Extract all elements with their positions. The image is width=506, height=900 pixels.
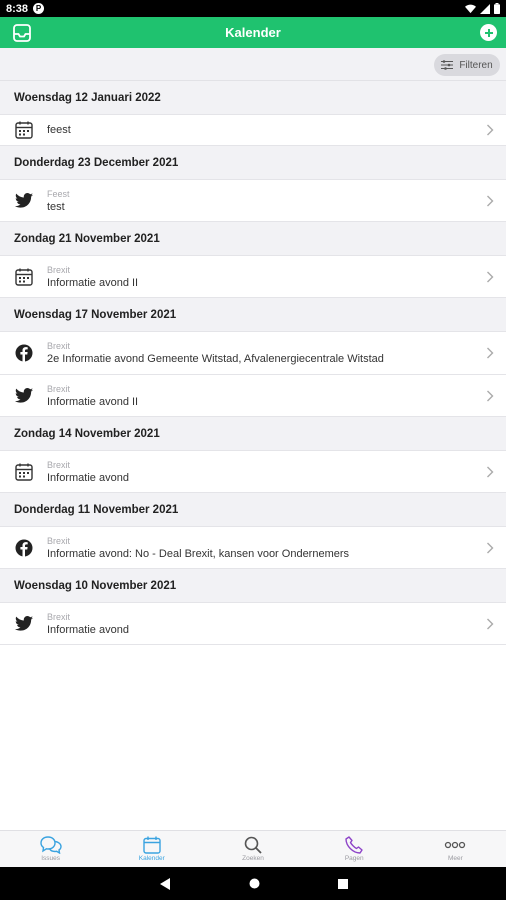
home-icon[interactable] bbox=[249, 878, 260, 889]
recents-icon[interactable] bbox=[337, 878, 348, 889]
app-header: Kalender bbox=[0, 17, 506, 48]
nav-item-issues[interactable]: Issues bbox=[0, 831, 101, 867]
facebook-icon bbox=[14, 538, 34, 558]
section-header: Woensdag 12 Januari 2022 bbox=[0, 81, 506, 115]
inbox-icon[interactable] bbox=[12, 23, 32, 43]
nav-item-meer[interactable]: Meer bbox=[405, 831, 506, 867]
item-title: Informatie avond bbox=[47, 471, 129, 484]
section-header: Woensdag 10 November 2021 bbox=[0, 569, 506, 603]
chevron-right-icon bbox=[487, 195, 494, 206]
calendar-icon bbox=[14, 120, 34, 140]
search-icon bbox=[244, 836, 262, 854]
nav-item-kalender[interactable]: Kalender bbox=[101, 831, 202, 867]
filter-sliders-icon bbox=[441, 60, 454, 70]
item-category: Brexit bbox=[47, 459, 71, 470]
item-category: Brexit bbox=[47, 264, 71, 275]
filter-label: Filteren bbox=[459, 59, 493, 71]
list-item[interactable]: Brexit Informatie avond bbox=[0, 451, 506, 493]
chat-bubbles-icon bbox=[39, 836, 62, 854]
bottom-nav: Issues Kalender Zoeken Pagen Meer bbox=[0, 830, 506, 867]
item-title: Informatie avond II bbox=[47, 395, 139, 408]
section-header: Zondag 21 November 2021 bbox=[0, 222, 506, 256]
back-icon[interactable] bbox=[159, 877, 171, 890]
toolbar: Filteren bbox=[0, 48, 506, 81]
item-title: Informatie avond: No - Deal Brexit, kans… bbox=[47, 547, 350, 560]
item-category: Brexit bbox=[47, 383, 71, 394]
add-button[interactable] bbox=[480, 24, 497, 41]
item-category: Brexit bbox=[47, 611, 71, 622]
item-title: feest bbox=[47, 124, 71, 136]
nav-item-zoeken[interactable]: Zoeken bbox=[202, 831, 303, 867]
list-item[interactable]: Feest test bbox=[0, 180, 506, 222]
nav-label: Zoeken bbox=[242, 855, 264, 862]
item-category: Brexit bbox=[47, 341, 71, 351]
page-title: Kalender bbox=[225, 25, 281, 40]
signal-icon bbox=[480, 3, 490, 14]
app-notification-icon: P bbox=[33, 3, 45, 14]
section-header: Zondag 14 November 2021 bbox=[0, 417, 506, 451]
section-header: Donderdag 23 December 2021 bbox=[0, 146, 506, 180]
list-item[interactable]: feest bbox=[0, 115, 506, 146]
item-title: test bbox=[47, 200, 65, 213]
filter-button[interactable]: Filteren bbox=[434, 54, 500, 76]
phone-icon bbox=[345, 836, 363, 854]
item-category: Feest bbox=[47, 188, 70, 199]
item-title: Informatie avond bbox=[47, 623, 129, 636]
more-dots-icon bbox=[445, 841, 466, 849]
chevron-right-icon bbox=[487, 124, 494, 136]
nav-label: Issues bbox=[41, 855, 60, 862]
section-header: Donderdag 11 November 2021 bbox=[0, 493, 506, 527]
nav-item-pagen[interactable]: Pagen bbox=[304, 831, 405, 867]
item-title: Informatie avond II bbox=[47, 276, 139, 289]
twitter-icon bbox=[14, 614, 34, 634]
status-time: 8:38 bbox=[6, 2, 29, 15]
facebook-icon bbox=[14, 343, 34, 363]
chevron-right-icon bbox=[487, 466, 494, 477]
list-item[interactable]: Brexit 2e Informatie avond Gemeente Wits… bbox=[0, 332, 506, 375]
status-bar: 8:38 P bbox=[0, 0, 506, 17]
chevron-right-icon bbox=[487, 618, 494, 629]
chevron-right-icon bbox=[487, 271, 494, 282]
list-item[interactable]: Brexit Informatie avond II bbox=[0, 256, 506, 298]
list-item[interactable]: Brexit Informatie avond bbox=[0, 603, 506, 645]
calendar-icon bbox=[14, 267, 34, 287]
nav-label: Pagen bbox=[344, 855, 364, 862]
battery-icon bbox=[494, 3, 500, 14]
chevron-right-icon bbox=[487, 390, 494, 401]
chevron-right-icon bbox=[487, 542, 494, 553]
twitter-icon bbox=[14, 191, 34, 211]
plus-icon bbox=[484, 28, 493, 37]
system-nav-bar bbox=[0, 867, 506, 900]
calendar-icon bbox=[143, 836, 161, 854]
list-item[interactable]: Brexit Informatie avond: No - Deal Brexi… bbox=[0, 527, 506, 569]
calendar-icon bbox=[14, 462, 34, 482]
item-category: Brexit bbox=[47, 535, 71, 546]
chevron-right-icon bbox=[487, 347, 494, 359]
nav-label: Kalender bbox=[138, 855, 165, 862]
event-list: Woensdag 12 Januari 2022 feest Donderdag… bbox=[0, 81, 506, 645]
nav-label: Meer bbox=[448, 855, 463, 862]
list-item[interactable]: Brexit Informatie avond II bbox=[0, 375, 506, 417]
section-header: Woensdag 17 November 2021 bbox=[0, 298, 506, 332]
item-title: 2e Informatie avond Gemeente Witstad, Af… bbox=[47, 353, 384, 365]
wifi-icon bbox=[465, 4, 476, 13]
twitter-icon bbox=[14, 386, 34, 406]
